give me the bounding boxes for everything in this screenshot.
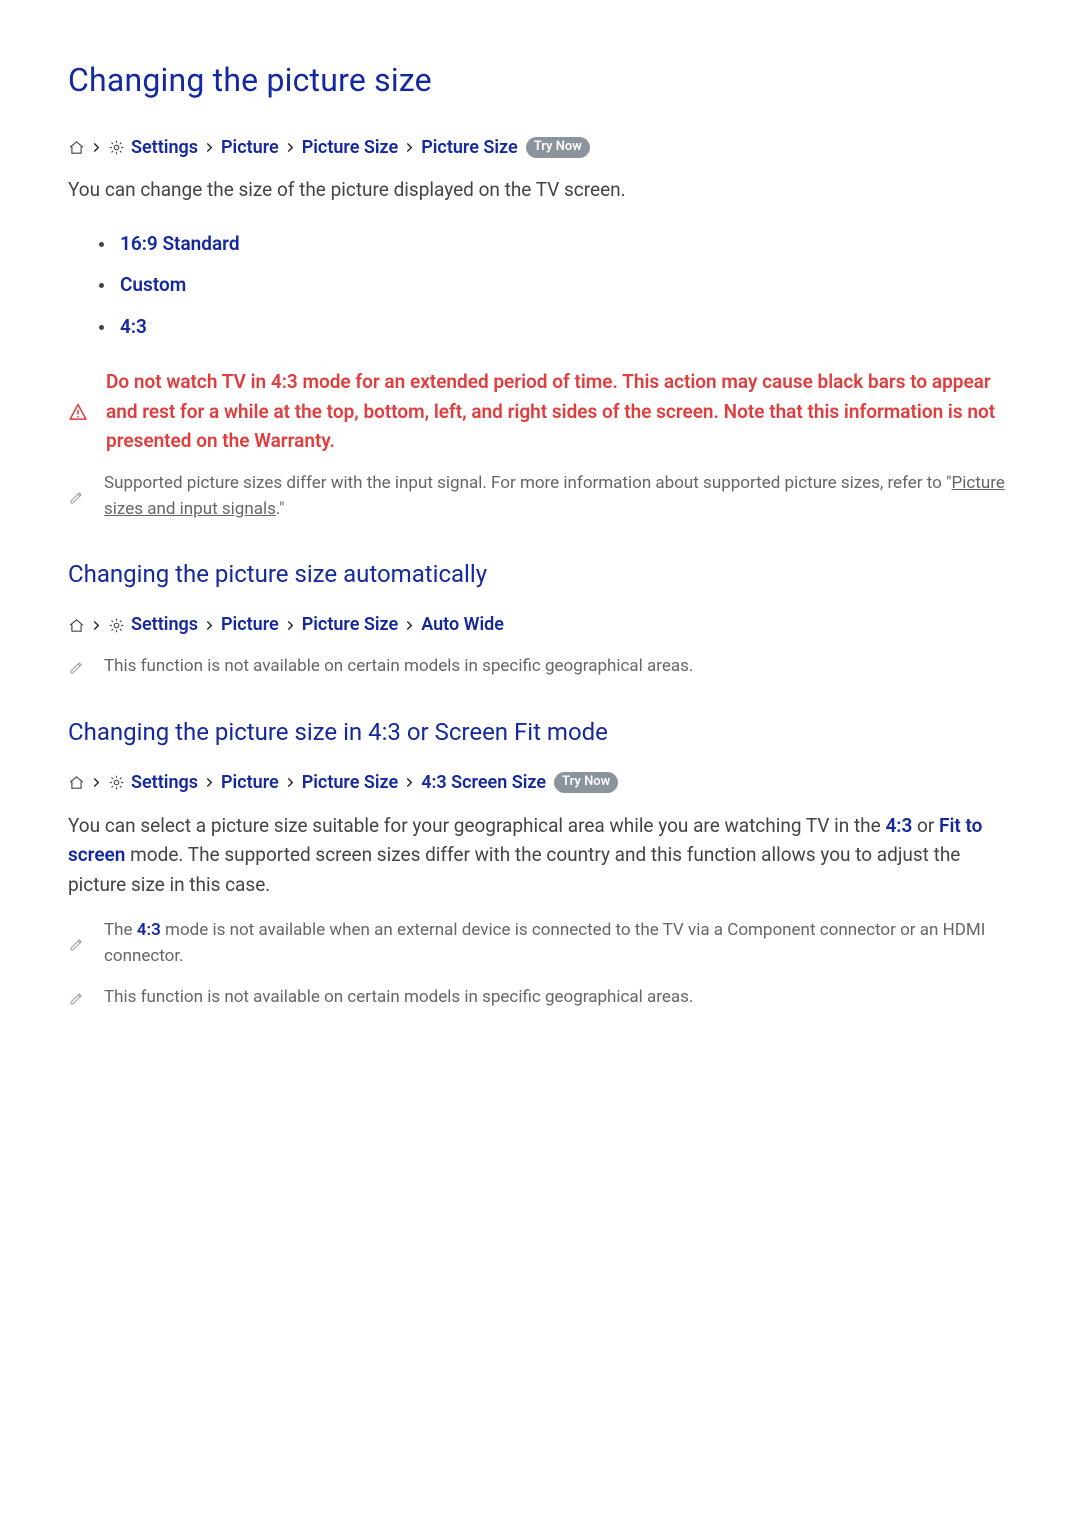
chevron-right-icon bbox=[204, 777, 215, 788]
chevron-right-icon bbox=[285, 142, 296, 153]
crumb-picture-size: Picture Size bbox=[302, 134, 399, 162]
try-now-badge[interactable]: Try Now bbox=[554, 772, 618, 793]
pencil-icon bbox=[68, 919, 86, 970]
chevron-right-icon bbox=[404, 777, 415, 788]
crumb-auto-wide: Auto Wide bbox=[421, 611, 504, 639]
note-text: This function is not available on certai… bbox=[104, 653, 1012, 679]
chevron-right-icon bbox=[404, 620, 415, 631]
note-text: Supported picture sizes differ with the … bbox=[104, 470, 1012, 523]
note-text: This function is not available on certai… bbox=[104, 984, 1012, 1010]
chevron-right-icon bbox=[404, 142, 415, 153]
pencil-icon bbox=[68, 472, 86, 523]
chevron-right-icon bbox=[91, 142, 102, 153]
heading-changing-picture-size: Changing the picture size bbox=[68, 56, 1012, 106]
note-signal: Supported picture sizes differ with the … bbox=[68, 470, 1012, 523]
para-pre: You can select a picture size suitable f… bbox=[68, 814, 885, 837]
heading-43-fit: Changing the picture size in 4:3 or Scre… bbox=[68, 714, 1012, 751]
chevron-right-icon bbox=[204, 142, 215, 153]
term-4-3: 4:3 bbox=[137, 920, 161, 940]
option-16-9: 16:9 Standard bbox=[116, 223, 1012, 264]
crumb-picture-size-leaf: Picture Size bbox=[421, 134, 518, 162]
chevron-right-icon bbox=[204, 620, 215, 631]
note-43-external: The 4:3 mode is not available when an ex… bbox=[68, 917, 1012, 970]
crumb-43-screen-size: 4:3 Screen Size bbox=[421, 769, 546, 797]
note-43-availability: This function is not available on certai… bbox=[68, 984, 1012, 1010]
home-icon bbox=[68, 617, 85, 634]
note-text: The 4:3 mode is not available when an ex… bbox=[104, 917, 1012, 970]
crumb-settings: Settings bbox=[131, 134, 198, 162]
breadcrumb-43-screen-size: Settings Picture Picture Size 4:3 Screen… bbox=[68, 769, 1012, 797]
paragraph-43-fit: You can select a picture size suitable f… bbox=[68, 811, 1012, 899]
note-auto-availability: This function is not available on certai… bbox=[68, 653, 1012, 679]
try-now-badge[interactable]: Try Now bbox=[526, 137, 590, 158]
term-4-3: 4:3 bbox=[885, 814, 912, 837]
chevron-right-icon bbox=[285, 620, 296, 631]
intro-paragraph: You can change the size of the picture d… bbox=[68, 175, 1012, 204]
gear-icon bbox=[108, 617, 125, 634]
gear-icon bbox=[108, 139, 125, 156]
crumb-picture: Picture bbox=[221, 611, 279, 639]
breadcrumb-picture-size: Settings Picture Picture Size Picture Si… bbox=[68, 134, 1012, 162]
crumb-picture-size: Picture Size bbox=[302, 611, 399, 639]
warning-text: Do not watch TV in 4:3 mode for an exten… bbox=[106, 367, 1012, 455]
home-icon bbox=[68, 139, 85, 156]
crumb-settings: Settings bbox=[131, 611, 198, 639]
pencil-icon bbox=[68, 655, 86, 679]
heading-auto: Changing the picture size automatically bbox=[68, 556, 1012, 593]
crumb-picture: Picture bbox=[221, 769, 279, 797]
note-post: mode is not available when an external d… bbox=[104, 920, 985, 966]
crumb-picture: Picture bbox=[221, 134, 279, 162]
chevron-right-icon bbox=[285, 777, 296, 788]
para-post: mode. The supported screen sizes differ … bbox=[68, 843, 960, 895]
note-pre: The bbox=[104, 920, 137, 940]
pencil-icon bbox=[68, 986, 86, 1010]
chevron-right-icon bbox=[91, 620, 102, 631]
picture-size-options: 16:9 Standard Custom 4:3 bbox=[68, 223, 1012, 347]
crumb-picture-size: Picture Size bbox=[302, 769, 399, 797]
warning-icon bbox=[68, 369, 88, 455]
breadcrumb-auto-wide: Settings Picture Picture Size Auto Wide bbox=[68, 611, 1012, 639]
note-pre: Supported picture sizes differ with the … bbox=[104, 473, 952, 493]
para-mid1: or bbox=[912, 814, 939, 837]
chevron-right-icon bbox=[91, 777, 102, 788]
note-post: ." bbox=[276, 499, 285, 519]
option-4-3: 4:3 bbox=[116, 306, 1012, 347]
home-icon bbox=[68, 774, 85, 791]
gear-icon bbox=[108, 774, 125, 791]
option-custom: Custom bbox=[116, 264, 1012, 305]
warning-callout: Do not watch TV in 4:3 mode for an exten… bbox=[68, 367, 1012, 455]
crumb-settings: Settings bbox=[131, 769, 198, 797]
